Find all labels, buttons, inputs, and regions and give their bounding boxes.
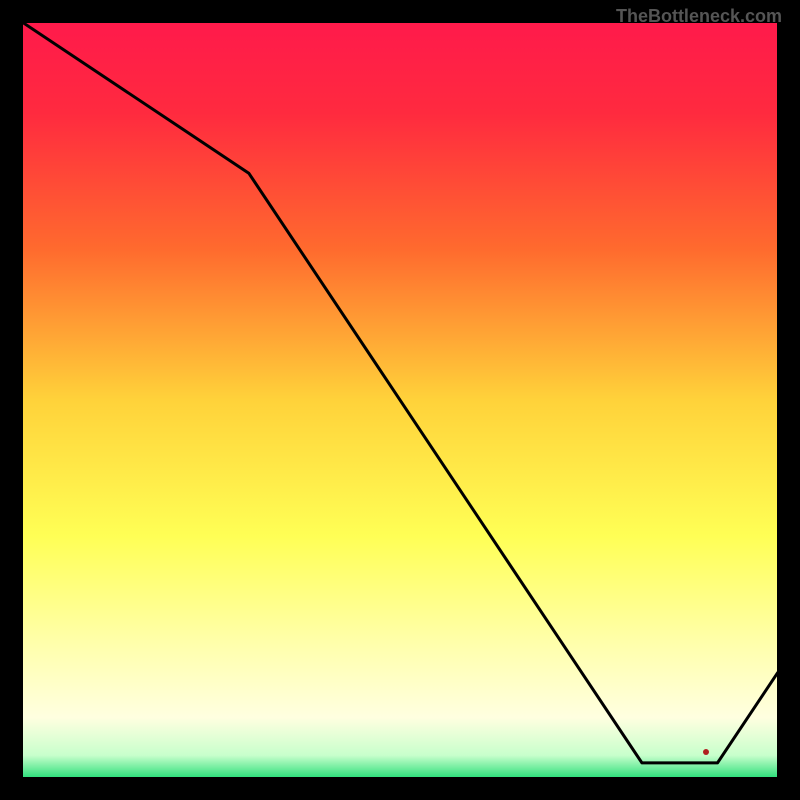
annotation-dot [703, 749, 709, 755]
watermark-text: TheBottleneck.com [616, 6, 782, 27]
chart-container: TheBottleneck.com [0, 0, 800, 800]
chart-svg [0, 0, 800, 800]
